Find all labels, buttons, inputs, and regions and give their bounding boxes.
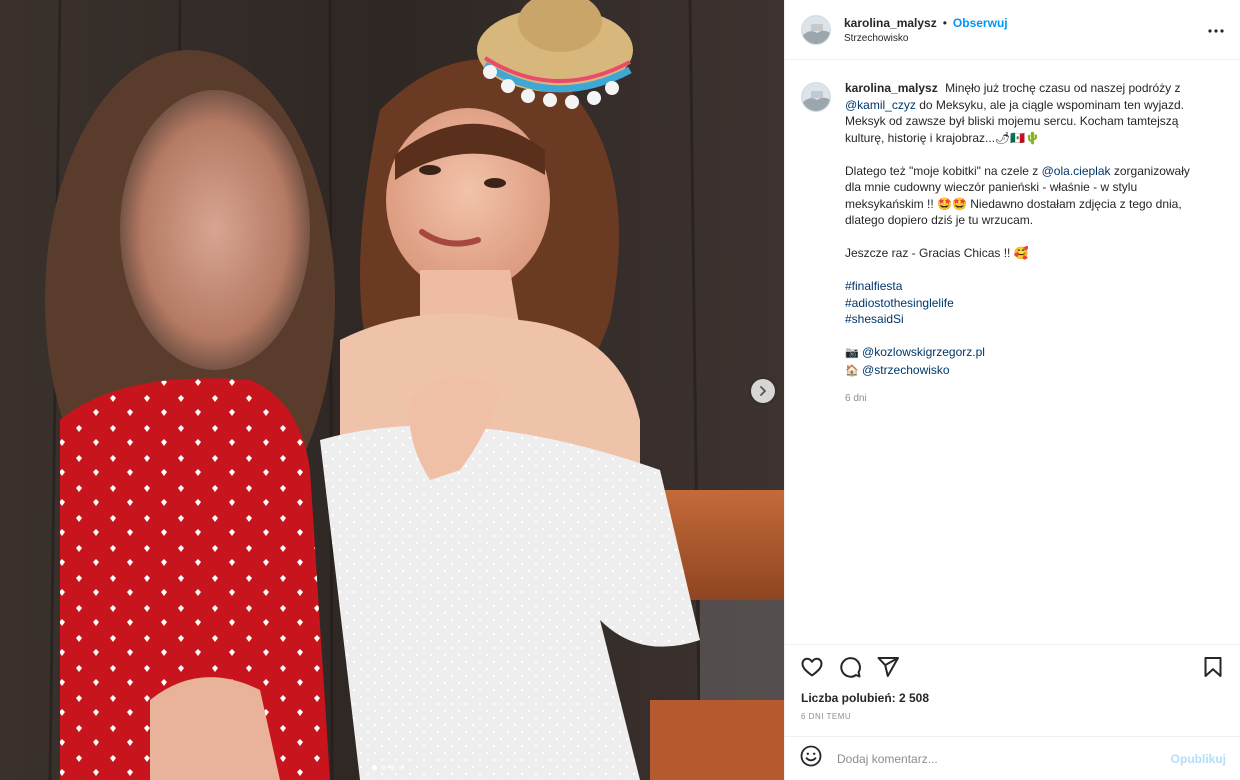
post-header: karolina_malysz • Obserwuj Strzechowisko — [785, 0, 1240, 60]
camera-icon: 📷 — [845, 347, 859, 359]
avatar-image — [802, 15, 830, 44]
hashtag-link[interactable]: #adiostothesinglelife — [845, 296, 954, 310]
location-link[interactable]: Strzechowisko — [844, 33, 1008, 44]
header-username[interactable]: karolina_malysz — [844, 16, 937, 30]
mention-link[interactable]: @kozlowskigrzegorz.pl — [862, 345, 985, 359]
hashtag-link[interactable]: #finalfiesta — [845, 279, 902, 293]
carousel-dot — [372, 765, 377, 770]
avatar-image — [802, 83, 830, 111]
send-icon — [877, 656, 899, 677]
bookmark-icon — [1204, 656, 1222, 677]
comment-button[interactable] — [837, 654, 863, 680]
more-horizontal-icon — [1208, 29, 1224, 33]
more-options-button[interactable] — [1208, 20, 1224, 38]
share-button[interactable] — [875, 654, 901, 680]
mention-link[interactable]: @kamil_czyz — [845, 98, 916, 112]
carousel-dot — [390, 765, 395, 770]
caption-avatar[interactable] — [801, 82, 831, 112]
hashtag-link[interactable]: #shesaidSi — [845, 312, 904, 326]
house-icon: 🏠 — [845, 364, 859, 377]
mention-link[interactable]: @strzechowisko — [862, 363, 950, 377]
header-separator: • — [942, 15, 947, 30]
caption-line: kulturę, historię i krajobraz...🌶🇲🇽🌵 — [845, 130, 1041, 145]
carousel-next-button[interactable] — [751, 379, 775, 403]
publish-button[interactable]: Opublikuj — [1171, 752, 1226, 766]
comment-input[interactable] — [837, 751, 1171, 766]
heart-icon — [801, 657, 823, 676]
comment-icon — [840, 656, 861, 678]
follow-button[interactable]: Obserwuj — [953, 16, 1008, 30]
caption-line: Dlatego też "moje kobitki" na czele z — [845, 163, 1042, 178]
instagram-post-view: karolina_malysz • Obserwuj Strzechowisko — [0, 0, 1240, 780]
caption-line: dlatego dopiero dziś je tu wrzucam. — [845, 213, 1034, 227]
caption-text: karolina_malysz Minęło już trochę czasu … — [845, 80, 1213, 644]
caption-timestamp[interactable]: 6 dni — [845, 391, 1213, 408]
caption-line: meksykańskim !! 🤩🤩 Niedawno dostałam zdj… — [845, 196, 1182, 211]
caption-area: karolina_malysz Minęło już trochę czasu … — [785, 60, 1240, 644]
like-button[interactable] — [799, 654, 825, 680]
avatar[interactable] — [801, 14, 831, 45]
caption-line: zorganizowały — [1110, 163, 1190, 178]
caption-line: Minęło już trochę czasu od naszej podróż… — [945, 81, 1181, 95]
save-button[interactable] — [1200, 654, 1226, 680]
mention-link[interactable]: @ola.cieplak — [1042, 164, 1111, 178]
chevron-right-icon — [760, 386, 766, 396]
post-date[interactable]: 6 DNI TEMU — [785, 708, 1240, 736]
post-photo[interactable] — [0, 0, 784, 780]
carousel-dot — [399, 765, 404, 770]
comment-bar: Opublikuj — [785, 736, 1240, 780]
carousel-dot — [381, 765, 386, 770]
caption-line: Meksyk od zawsze był bliski mojemu sercu… — [845, 114, 1179, 128]
carousel-indicator — [372, 765, 404, 770]
action-bar — [785, 644, 1240, 688]
caption-line: dla mnie cudowny wieczór panieński - wła… — [845, 180, 1138, 194]
photo-scene — [0, 0, 784, 780]
emoji-picker-button[interactable] — [799, 744, 823, 773]
smiley-icon — [800, 745, 822, 767]
caption-username[interactable]: karolina_malysz — [845, 81, 938, 95]
likes-count[interactable]: Liczba polubień: 2 508 — [785, 688, 1240, 708]
post-sidebar: karolina_malysz • Obserwuj Strzechowisko — [784, 0, 1240, 780]
caption-line: Jeszcze raz - Gracias Chicas !! 🥰 — [845, 246, 1029, 260]
caption-line: do Meksyku, ale ja ciągle wspominam ten … — [915, 97, 1184, 112]
